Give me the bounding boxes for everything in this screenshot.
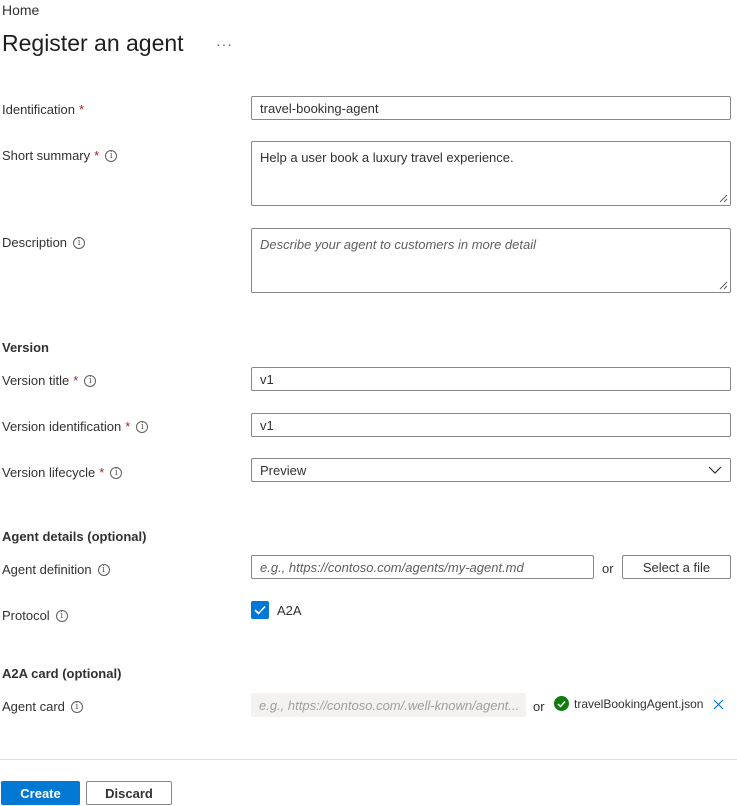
- info-icon[interactable]: i: [84, 374, 97, 387]
- footer-divider: [0, 759, 737, 760]
- version-title-label: Version title * i: [2, 373, 97, 388]
- protocol-label-text: Protocol: [2, 608, 50, 623]
- chevron-down-icon: [708, 466, 722, 474]
- version-heading: Version: [2, 340, 49, 355]
- info-icon[interactable]: i: [97, 563, 110, 576]
- info-icon[interactable]: i: [70, 700, 83, 713]
- short-summary-value: Help a user book a luxury travel experie…: [260, 150, 514, 165]
- identification-value: travel-booking-agent: [260, 100, 379, 116]
- version-lifecycle-dropdown[interactable]: Preview: [251, 458, 731, 482]
- short-summary-textarea[interactable]: Help a user book a luxury travel experie…: [251, 141, 731, 206]
- version-title-label-text: Version title: [2, 373, 70, 388]
- version-identification-value: v1: [260, 417, 274, 433]
- version-identification-label-text: Version identification: [2, 419, 122, 434]
- agent-card-label: Agent card i: [2, 699, 83, 714]
- version-title-input[interactable]: v1: [251, 367, 731, 391]
- protocol-label: Protocol i: [2, 608, 68, 623]
- remove-file-icon[interactable]: [713, 699, 724, 710]
- resize-handle-icon[interactable]: [718, 193, 728, 203]
- description-label-text: Description: [2, 235, 68, 250]
- resize-handle-icon[interactable]: [718, 280, 728, 290]
- a2a-card-heading: A2A card (optional): [2, 666, 122, 681]
- protocol-a2a-checkbox-row[interactable]: A2A: [251, 601, 302, 619]
- breadcrumb-home[interactable]: Home: [2, 2, 39, 18]
- required-marker: *: [79, 102, 85, 117]
- version-lifecycle-label: Version lifecycle * i: [2, 465, 123, 480]
- agent-card-label-text: Agent card: [2, 699, 65, 714]
- info-icon[interactable]: i: [136, 420, 149, 433]
- info-icon[interactable]: i: [73, 236, 86, 249]
- or-text: or: [602, 561, 614, 576]
- select-file-button[interactable]: Select a file: [622, 555, 731, 579]
- version-lifecycle-value: Preview: [260, 462, 307, 478]
- page-title: Register an agent: [2, 30, 184, 56]
- protocol-a2a-label: A2A: [277, 602, 302, 618]
- agent-definition-placeholder: e.g., https://contoso.com/agents/my-agen…: [260, 559, 524, 575]
- agent-definition-input[interactable]: e.g., https://contoso.com/agents/my-agen…: [251, 555, 594, 579]
- checkmark-icon: [254, 605, 266, 615]
- uploaded-file-chip: travelBookingAgent.json: [554, 696, 703, 711]
- uploaded-file-name: travelBookingAgent.json: [574, 696, 704, 711]
- agent-card-input: e.g., https://contoso.com/.well-known/ag…: [251, 693, 526, 717]
- version-title-value: v1: [260, 371, 274, 387]
- short-summary-label: Short summary * i: [2, 148, 118, 163]
- agent-details-heading: Agent details (optional): [2, 529, 147, 544]
- agent-definition-label-text: Agent definition: [2, 562, 92, 577]
- description-placeholder: Describe your agent to customers in more…: [260, 237, 537, 252]
- success-check-icon: [554, 696, 569, 711]
- description-textarea[interactable]: Describe your agent to customers in more…: [251, 228, 731, 293]
- info-icon[interactable]: i: [55, 609, 68, 622]
- description-label: Description i: [2, 235, 86, 250]
- or-text: or: [533, 699, 545, 714]
- identification-label: Identification *: [2, 102, 84, 117]
- checkbox[interactable]: [251, 601, 269, 619]
- identification-input[interactable]: travel-booking-agent: [251, 96, 731, 120]
- agent-card-placeholder: e.g., https://contoso.com/.well-known/ag…: [259, 697, 520, 713]
- ellipsis-icon[interactable]: ···: [216, 36, 233, 52]
- discard-button[interactable]: Discard: [86, 781, 172, 805]
- required-marker: *: [73, 373, 79, 388]
- identification-label-text: Identification: [2, 102, 75, 117]
- required-marker: *: [99, 465, 105, 480]
- version-identification-label: Version identification * i: [2, 419, 149, 434]
- required-marker: *: [125, 419, 131, 434]
- required-marker: *: [94, 148, 100, 163]
- agent-definition-label: Agent definition i: [2, 562, 110, 577]
- info-icon[interactable]: i: [105, 149, 118, 162]
- version-identification-input[interactable]: v1: [251, 413, 731, 437]
- version-lifecycle-label-text: Version lifecycle: [2, 465, 96, 480]
- create-button[interactable]: Create: [1, 781, 80, 805]
- info-icon[interactable]: i: [110, 466, 123, 479]
- short-summary-label-text: Short summary: [2, 148, 91, 163]
